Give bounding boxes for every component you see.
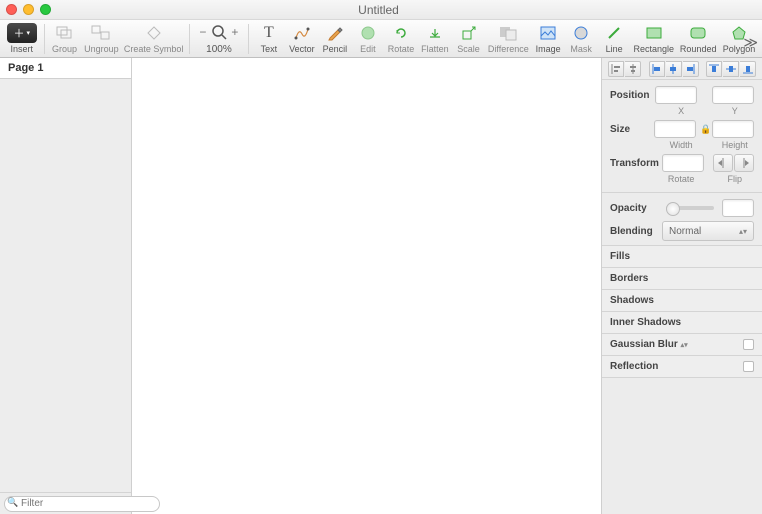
inner-shadows-header[interactable]: Inner Shadows (602, 312, 762, 334)
line-tool[interactable]: Line (598, 23, 630, 54)
gaussian-blur-header[interactable]: Gaussian Blur ▴▾ (602, 334, 762, 356)
line-icon (606, 23, 622, 43)
chevron-updown-icon: ▴▾ (681, 342, 688, 349)
rectangle-tool[interactable]: Rectangle (631, 23, 676, 54)
rounded-icon (689, 23, 707, 43)
traffic-lights (6, 4, 51, 15)
ungroup-tool[interactable]: Ungroup (82, 23, 122, 54)
size-label: Size (610, 124, 650, 135)
align-top-button[interactable] (706, 61, 722, 77)
edit-icon (360, 23, 376, 43)
text-tool[interactable]: T Text (253, 23, 285, 54)
canvas[interactable] (132, 58, 602, 514)
inspector: Position X Y Size 🔒 Width Height (602, 58, 762, 514)
zoom-out-button[interactable]: − (197, 26, 209, 38)
zoom-window-button[interactable] (40, 4, 51, 15)
reflection-header[interactable]: Reflection (602, 356, 762, 378)
flip-vertical-button[interactable] (734, 154, 754, 172)
width-input[interactable] (654, 120, 696, 138)
group-icon (55, 23, 75, 43)
align-bottom-button[interactable] (740, 61, 756, 77)
align-left-button[interactable] (608, 61, 624, 77)
vector-tool[interactable]: Vector (286, 23, 318, 54)
rotate-icon (393, 23, 409, 43)
sidebar-footer: 0 (0, 492, 131, 514)
reflection-checkbox[interactable] (743, 361, 754, 372)
text-icon: T (264, 23, 274, 43)
scale-tool[interactable]: Scale (453, 23, 485, 54)
height-input[interactable] (712, 120, 754, 138)
layers-list (0, 79, 131, 492)
chevron-updown-icon: ▴▾ (739, 227, 747, 236)
flatten-tool[interactable]: Flatten (418, 23, 451, 54)
position-x-input[interactable] (655, 86, 697, 104)
difference-tool[interactable]: Difference (486, 23, 532, 54)
image-tool[interactable]: Image (532, 23, 564, 54)
filter-input[interactable] (4, 496, 160, 512)
main: Page 1 0 (0, 58, 762, 514)
align-left-edge-button[interactable] (649, 61, 665, 77)
ungroup-icon (91, 23, 111, 43)
titlebar: Untitled (0, 0, 762, 20)
minimize-window-button[interactable] (23, 4, 34, 15)
fills-header[interactable]: Fills (602, 246, 762, 268)
zoom-in-button[interactable]: + (229, 26, 241, 38)
align-middle-button[interactable] (723, 61, 739, 77)
toolbar-overflow[interactable]: ≫ (743, 34, 758, 51)
vector-icon (293, 23, 311, 43)
toolbar: ＋ ▾ Insert Group Ungroup Create Symbol −… (0, 20, 762, 58)
borders-header[interactable]: Borders (602, 268, 762, 290)
align-right-edge-button[interactable] (683, 61, 699, 77)
mask-tool[interactable]: Mask (565, 23, 597, 54)
flatten-icon (427, 23, 443, 43)
align-center-h-button[interactable] (625, 61, 641, 77)
shadows-header[interactable]: Shadows (602, 290, 762, 312)
plus-icon: ＋ ▾ (7, 23, 37, 43)
position-label: Position (610, 90, 651, 101)
blending-label: Blending (610, 226, 658, 237)
opacity-label: Opacity (610, 203, 658, 214)
close-window-button[interactable] (6, 4, 17, 15)
align-row (602, 58, 762, 80)
rotate-tool[interactable]: Rotate (385, 23, 417, 54)
transform-label: Transform (610, 158, 658, 169)
blending-select[interactable]: Normal ▴▾ (662, 221, 754, 241)
symbol-icon (145, 23, 163, 43)
layers-sidebar: Page 1 0 (0, 58, 132, 514)
image-icon (539, 23, 557, 43)
rectangle-icon (645, 23, 663, 43)
position-y-input[interactable] (712, 86, 754, 104)
flip-horizontal-button[interactable] (713, 154, 733, 172)
create-symbol-tool[interactable]: Create Symbol (122, 23, 185, 54)
appearance-section: Opacity Blending Normal ▴▾ (602, 193, 762, 246)
edit-tool[interactable]: Edit (352, 23, 384, 54)
rotate-input[interactable] (662, 154, 704, 172)
align-center-button[interactable] (666, 61, 682, 77)
group-tool[interactable]: Group (49, 23, 81, 54)
pencil-tool[interactable]: Pencil (319, 23, 351, 54)
opacity-input[interactable] (722, 199, 754, 217)
gaussian-blur-checkbox[interactable] (743, 339, 754, 350)
insert-tool[interactable]: ＋ ▾ Insert (4, 23, 40, 54)
opacity-slider[interactable] (666, 206, 714, 210)
scale-icon (461, 23, 477, 43)
mask-icon (573, 23, 589, 43)
lock-aspect-icon[interactable]: 🔒 (700, 124, 708, 135)
rounded-tool[interactable]: Rounded (677, 23, 719, 54)
geometry-section: Position X Y Size 🔒 Width Height (602, 80, 762, 193)
difference-icon (498, 23, 518, 43)
zoom-tool[interactable]: − + 100% (194, 22, 244, 55)
pencil-icon (327, 23, 343, 43)
magnifier-icon (211, 24, 227, 40)
window-title: Untitled (51, 3, 706, 17)
page-row[interactable]: Page 1 (0, 58, 131, 79)
